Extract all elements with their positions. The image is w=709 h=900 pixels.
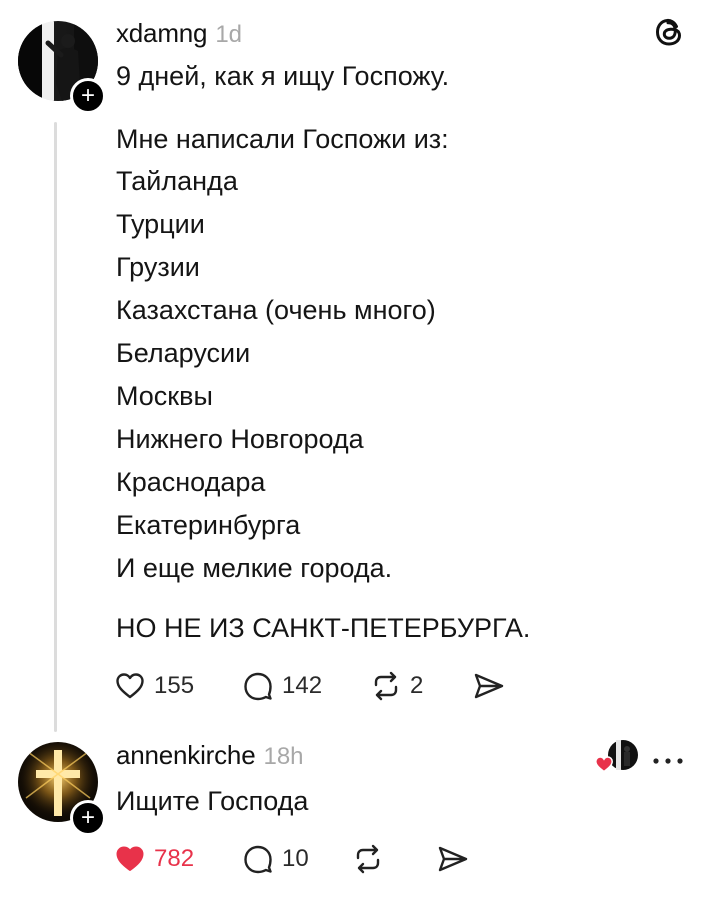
city-list: Тайланда Турции Грузии Казахстана (очень…: [116, 160, 436, 590]
more-dots-icon: [653, 758, 683, 764]
post-intro: Мне написали Госпожи из:: [116, 124, 449, 154]
list-item: Краснодара: [116, 467, 266, 497]
post-username[interactable]: xdamng: [116, 18, 208, 49]
like-button[interactable]: 782: [114, 843, 194, 875]
comment-count: 10: [282, 845, 309, 872]
post-closing: НО НЕ ИЗ САНКТ-ПЕТЕРБУРГА.: [116, 613, 531, 643]
comment-button[interactable]: 10: [242, 843, 309, 875]
comment-bubble-icon: [244, 845, 272, 874]
repost-button[interactable]: 2: [370, 670, 423, 702]
reply-header: annenkirche 18h: [116, 740, 304, 771]
like-count: 155: [154, 672, 195, 699]
heart-icon: [116, 846, 144, 871]
liked-by-author-badge: [594, 740, 638, 774]
reply-time: 18h: [263, 743, 304, 770]
reply-username[interactable]: annenkirche: [116, 740, 256, 771]
heart-icon: [595, 756, 613, 773]
send-icon: [438, 846, 468, 872]
list-item: Москвы: [116, 381, 213, 411]
thread-connector-line: [54, 122, 57, 732]
like-count: 782: [154, 845, 195, 872]
reply-text: Ищите Господа: [116, 786, 309, 816]
repost-button[interactable]: [352, 843, 384, 875]
list-item: Грузии: [116, 252, 200, 282]
list-item: Тайланда: [116, 166, 238, 196]
list-item: Нижнего Новгорода: [116, 424, 364, 454]
comment-button[interactable]: 142: [242, 670, 322, 702]
list-item: И еще мелкие города.: [116, 553, 393, 583]
follow-plus-icon[interactable]: +: [70, 78, 106, 114]
list-item: Турции: [116, 209, 205, 239]
repost-icon: [356, 844, 380, 874]
comment-bubble-icon: [244, 672, 272, 701]
post-time: 1d: [215, 21, 243, 48]
repost-count: 2: [410, 672, 424, 699]
threads-icon[interactable]: [651, 14, 687, 55]
post-headline: 9 дней, как я ищу Госпожу.: [116, 61, 450, 91]
send-icon: [474, 673, 504, 699]
more-options-button[interactable]: [652, 752, 684, 770]
repost-icon: [374, 671, 398, 701]
list-item: Екатеринбурга: [116, 510, 301, 540]
share-button[interactable]: [436, 843, 470, 875]
heart-icon: [116, 673, 144, 699]
follow-plus-icon[interactable]: +: [70, 800, 106, 836]
list-item: Казахстана (очень много): [116, 295, 436, 325]
like-button[interactable]: 155: [114, 670, 194, 702]
list-item: Беларусии: [116, 338, 251, 368]
comment-count: 142: [282, 672, 323, 699]
share-button[interactable]: [472, 670, 506, 702]
post-header: xdamng 1d: [116, 18, 242, 49]
